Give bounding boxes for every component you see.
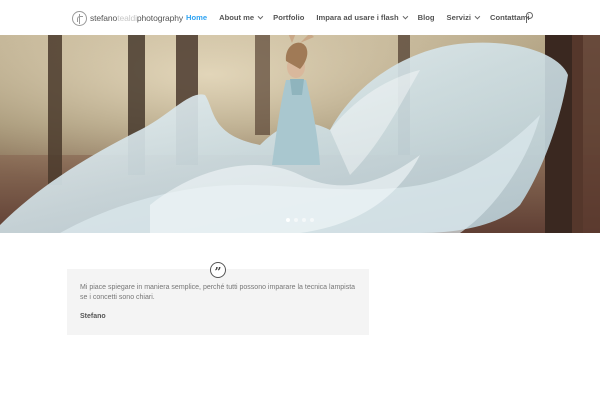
testimonial-author: Stefano xyxy=(80,313,106,320)
nav-home[interactable]: Home xyxy=(186,13,207,22)
nav-about-me[interactable]: About me xyxy=(219,13,264,22)
chevron-down-icon xyxy=(257,13,264,19)
nav-home-label: Home xyxy=(186,13,208,22)
site-header: stefanotealdiphotography Home About me P… xyxy=(0,0,600,35)
logo-icon xyxy=(72,10,87,26)
logo-text-part3: photography xyxy=(136,13,184,23)
main-nav: Home About me Portfolio Impara ad usare … xyxy=(186,13,530,22)
nav-servizi-label: Servizi xyxy=(446,13,472,22)
nav-blog[interactable]: Blog xyxy=(418,13,435,22)
chevron-down-icon xyxy=(474,13,481,19)
logo-text-part1: stefano xyxy=(90,13,118,23)
nav-impara-flash[interactable]: Impara ad usare i flash xyxy=(316,13,408,22)
site-logo[interactable]: stefanotealdiphotography xyxy=(72,10,183,26)
logo-text: stefanotealdiphotography xyxy=(90,13,183,23)
hero-image xyxy=(0,35,600,233)
search-icon[interactable] xyxy=(525,12,535,23)
slider-dot-3[interactable] xyxy=(302,218,306,222)
nav-about-me-label: About me xyxy=(219,13,255,22)
nav-impara-flash-label: Impara ad usare i flash xyxy=(316,13,399,22)
slider-pagination xyxy=(286,218,318,222)
nav-portfolio[interactable]: Portfolio xyxy=(273,13,304,22)
testimonial-box: Mi piace spiegare in maniera semplice, p… xyxy=(67,269,369,335)
logo-text-part2: tealdi xyxy=(117,13,137,23)
testimonial-text: Mi piace spiegare in maniera semplice, p… xyxy=(80,284,356,301)
hero-slider[interactable] xyxy=(0,35,600,233)
chevron-down-icon xyxy=(402,13,408,19)
nav-portfolio-label: Portfolio xyxy=(273,13,305,22)
nav-contattami-label: Contattami xyxy=(490,13,530,22)
nav-blog-label: Blog xyxy=(417,13,435,22)
quote-icon: ” xyxy=(210,262,226,278)
slider-dot-4[interactable] xyxy=(310,218,314,222)
nav-contattami[interactable]: Contattami xyxy=(490,13,530,22)
slider-dot-2[interactable] xyxy=(294,218,298,222)
nav-servizi[interactable]: Servizi xyxy=(446,13,481,22)
slider-dot-1[interactable] xyxy=(286,218,290,222)
